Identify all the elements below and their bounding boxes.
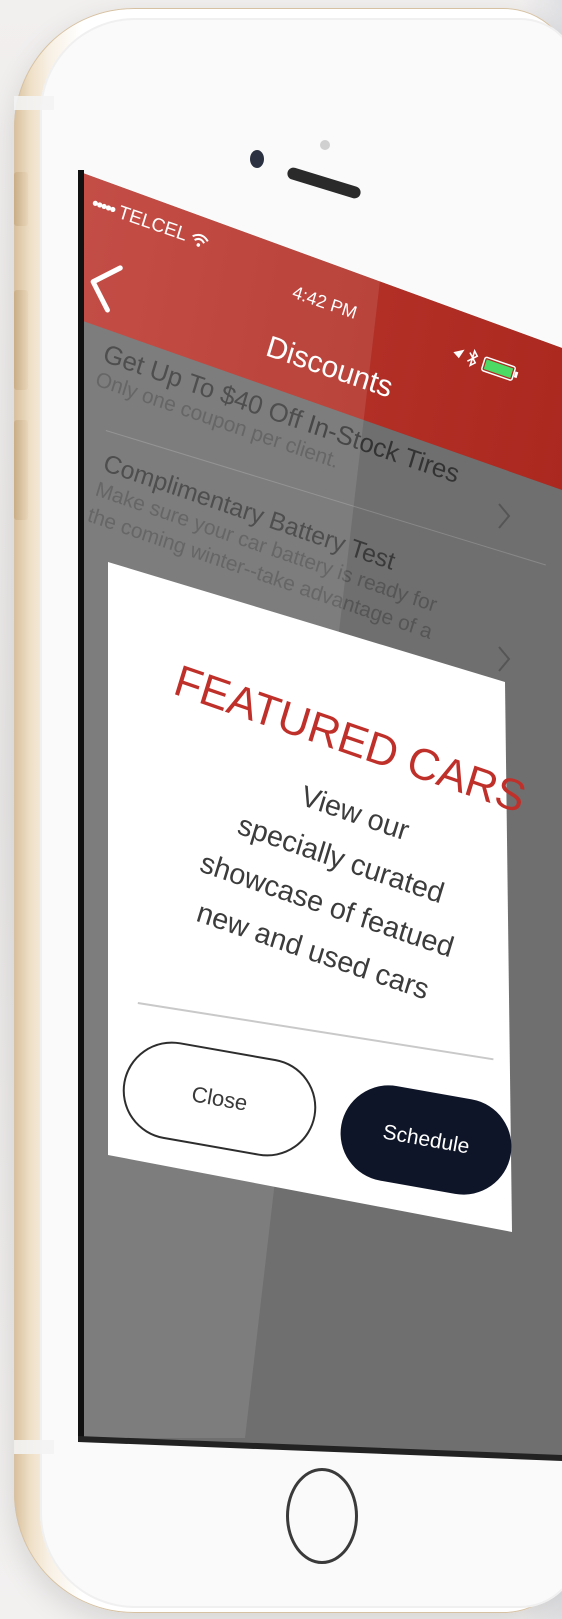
antenna-line-top [14, 96, 54, 110]
home-button[interactable] [286, 1468, 358, 1564]
chevron-right-icon [498, 646, 511, 672]
volume-down-button[interactable] [14, 420, 28, 520]
antenna-line-bottom [14, 1440, 54, 1454]
bluetooth-icon [466, 348, 479, 367]
volume-up-button[interactable] [14, 290, 28, 390]
location-icon [453, 349, 465, 359]
front-camera [250, 150, 264, 168]
chevron-right-icon [498, 503, 511, 529]
mute-switch[interactable] [14, 172, 28, 226]
proximity-sensor [320, 140, 330, 150]
